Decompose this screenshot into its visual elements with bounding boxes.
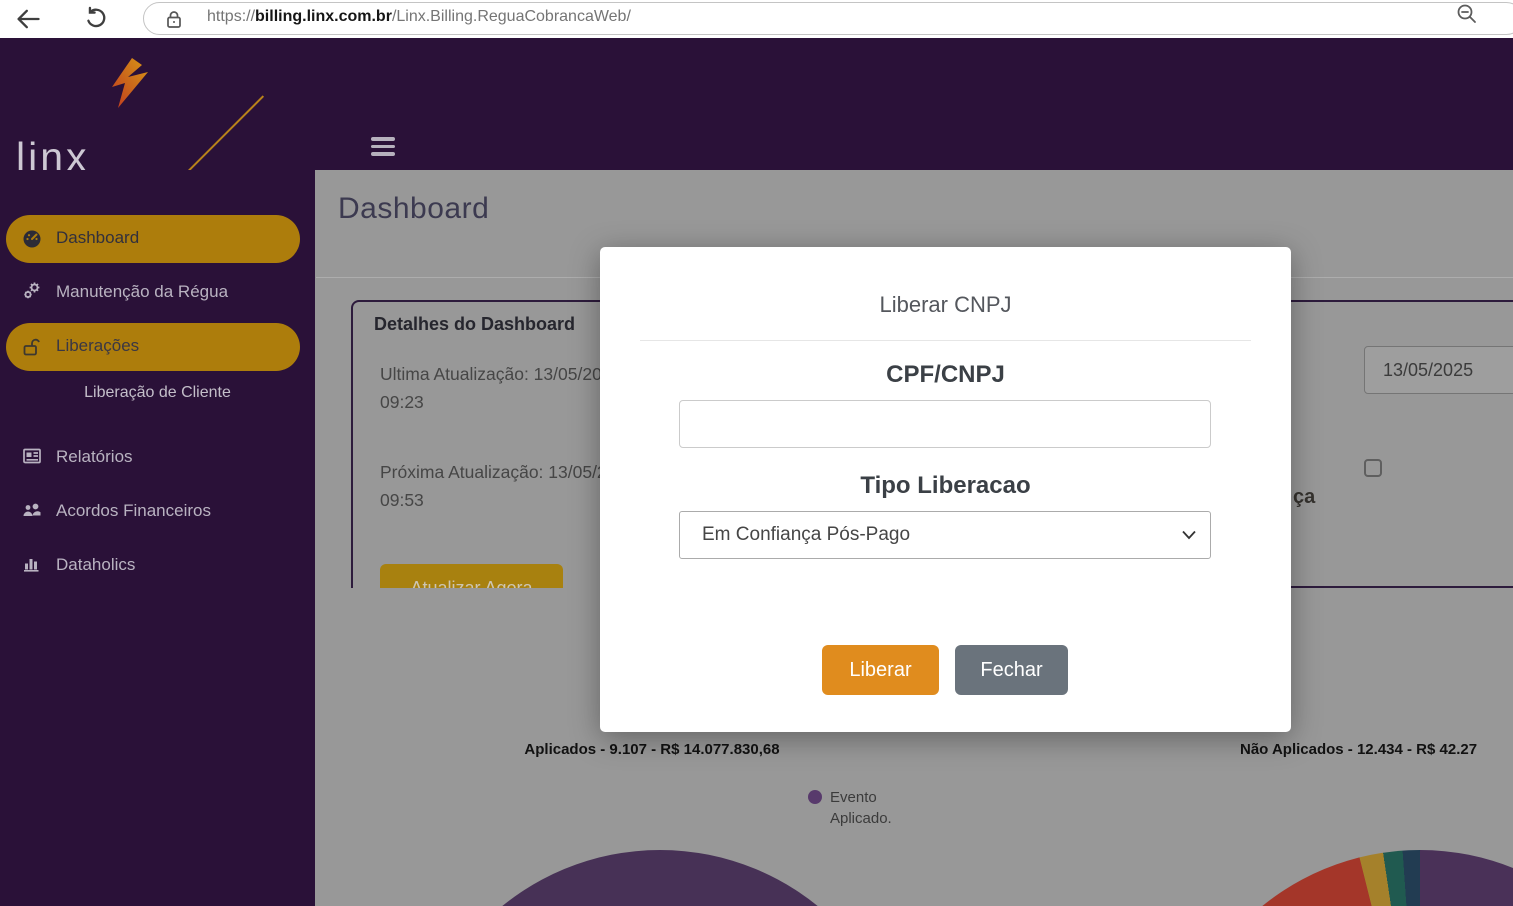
cpf-cnpj-input[interactable] <box>679 400 1211 448</box>
filter-label-fragment: ça <box>1293 486 1316 508</box>
sidebar-item-label: Relatórios <box>56 447 133 466</box>
gears-icon <box>24 282 40 299</box>
menu-toggle-icon[interactable] <box>371 137 395 157</box>
liberar-cnpj-modal: Liberar CNPJ CPF/CNPJ Tipo Liberacao Em … <box>600 247 1291 732</box>
filter-checkbox[interactable] <box>1364 459 1382 477</box>
gauge-icon <box>23 230 41 248</box>
details-card-title: Detalhes do Dashboard <box>374 314 576 334</box>
pie-label-nao-aplicados: Não Aplicados - 12.434 - R$ 42.27 <box>1240 741 1478 758</box>
sidebar-item-dashboard[interactable]: Dashboard <box>6 215 300 263</box>
next-update-time: 09:53 <box>380 490 424 510</box>
tipo-liberacao-select[interactable]: Em Confiança Pós-Pago <box>679 511 1211 559</box>
last-update-time: 09:23 <box>380 392 424 412</box>
page-title: Dashboard <box>338 192 490 225</box>
fechar-button[interactable]: Fechar <box>955 645 1068 695</box>
url-path: /Linx.Billing.ReguaCobrancaWeb/ <box>391 8 631 25</box>
url-scheme: https:// <box>207 8 256 25</box>
url-text[interactable]: https://billing.linx.com.br/Linx.Billing… <box>207 8 631 26</box>
refresh-icon[interactable] <box>82 5 110 33</box>
sidebar-item-acordos-financeiros[interactable]: Acordos Financeiros <box>6 494 300 530</box>
sidebar-item-label: Manutenção da Régua <box>56 282 229 301</box>
url-host: billing.linx.com.br <box>255 8 392 25</box>
sidebar-item-label: Dashboard <box>56 228 140 247</box>
screen: https://billing.linx.com.br/Linx.Billing… <box>0 0 1513 906</box>
sidebar-item-liberacao-cliente[interactable]: Liberação de Cliente <box>0 384 315 402</box>
next-update-text: Próxima Atualização: 13/05/2025 <box>380 462 636 482</box>
people-icon <box>23 503 41 516</box>
last-update-text: Ultima Atualização: 13/05/2025 <box>380 364 622 384</box>
chevron-down-icon <box>1182 530 1196 540</box>
sidebar-item-label: Dataholics <box>56 555 136 574</box>
report-icon <box>23 448 41 464</box>
browser-toolbar: https://billing.linx.com.br/Linx.Billing… <box>0 0 1513 38</box>
sidebar-item-manutencao-regua[interactable]: Manutenção da Régua <box>6 275 300 311</box>
lock-icon <box>167 11 181 28</box>
tipo-liberacao-selected: Em Confiança Pós-Pago <box>702 524 911 545</box>
sidebar-item-dataholics[interactable]: Dataholics <box>6 548 300 584</box>
tipo-liberacao-label: Tipo Liberacao <box>860 472 1031 499</box>
cpf-cnpj-label: CPF/CNPJ <box>886 361 1005 388</box>
legend-dot-icon <box>808 790 822 804</box>
bar-chart-icon <box>24 559 39 572</box>
modal-title: Liberar CNPJ <box>879 292 1012 317</box>
back-icon[interactable] <box>14 5 42 33</box>
modal-divider <box>640 340 1251 341</box>
date-input[interactable]: 13/05/2025 <box>1364 346 1513 394</box>
legend-text: Evento Aplicado. <box>830 789 892 827</box>
app-header: linx <box>0 38 1513 190</box>
sidebar-item-relatorios[interactable]: Relatórios <box>6 440 300 476</box>
liberar-button[interactable]: Liberar <box>822 645 939 695</box>
sidebar-item-label: Liberações <box>56 336 140 355</box>
sidebar-item-label: Acordos Financeiros <box>56 501 211 520</box>
zoom-out-icon[interactable] <box>1455 2 1479 26</box>
sidebar-item-liberacoes[interactable]: Liberações <box>6 323 300 371</box>
linx-logo-spark-icon <box>112 58 148 108</box>
unlock-icon <box>23 338 40 356</box>
atualizar-agora-button[interactable]: Atualizar Agora <box>380 564 563 588</box>
pie-label-aplicados: Aplicados - 9.107 - R$ 14.077.830,68 <box>524 741 780 758</box>
